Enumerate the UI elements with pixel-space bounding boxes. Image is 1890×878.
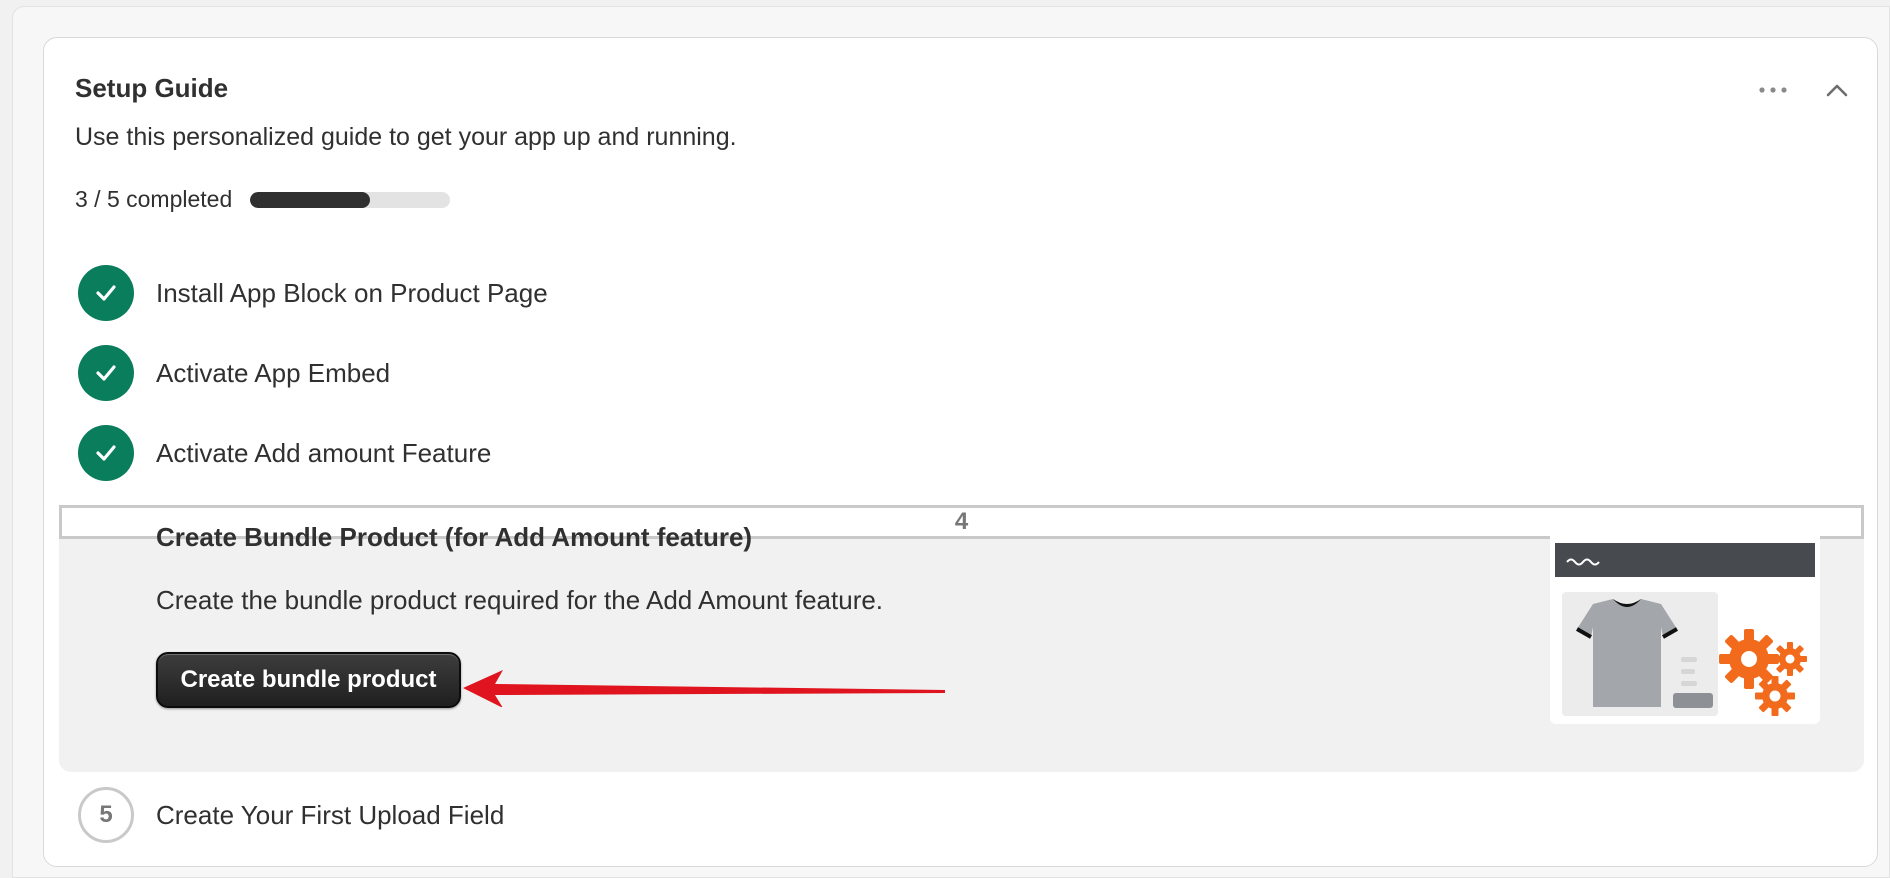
progress-bar-fill [250, 191, 371, 208]
step-label: Activate Add amount Feature [156, 437, 492, 468]
bundle-product-illustration [1550, 530, 1820, 724]
annotation-arrow-icon [463, 670, 945, 707]
step-label: Activate App Embed [156, 357, 391, 388]
step-complete-checkmark-icon [78, 265, 134, 321]
step-label: Create Your First Upload Field [156, 799, 505, 830]
create-bundle-product-button[interactable]: Create bundle product [156, 652, 461, 708]
progress-bar [250, 191, 451, 208]
step-complete-checkmark-icon [78, 425, 134, 481]
chevron-up-icon [1826, 84, 1848, 97]
step-number-circle: 5 [78, 787, 134, 843]
step-label: Install App Block on Product Page [156, 277, 548, 308]
setup-step-5[interactable]: 5 Create Your First Upload Field [59, 787, 1864, 843]
setup-step-4-expanded: 4 Create Bundle Product (for Add Amount … [59, 505, 1864, 772]
ellipsis-horizontal-icon [1759, 87, 1787, 93]
setup-guide-card: Setup Guide Use this personalized guide … [43, 37, 1878, 867]
progress-text: 3 / 5 completed [75, 186, 233, 212]
setup-step-3[interactable]: Activate Add amount Feature [59, 425, 1864, 481]
setup-guide-subtitle: Use this personalized guide to get your … [75, 123, 737, 151]
step-title[interactable]: Create Bundle Product (for Add Amount fe… [156, 522, 752, 553]
step-description: Create the bundle product required for t… [156, 585, 884, 615]
more-actions-button[interactable] [1755, 72, 1791, 108]
setup-step-2[interactable]: Activate App Embed [59, 345, 1864, 401]
progress-indicator: 3 / 5 completed [75, 186, 451, 213]
collapse-button[interactable] [1819, 72, 1855, 108]
step-complete-checkmark-icon [78, 345, 134, 401]
setup-step-1[interactable]: Install App Block on Product Page [59, 265, 1864, 321]
setup-guide-title: Setup Guide [75, 73, 229, 103]
header-actions [1755, 72, 1855, 108]
